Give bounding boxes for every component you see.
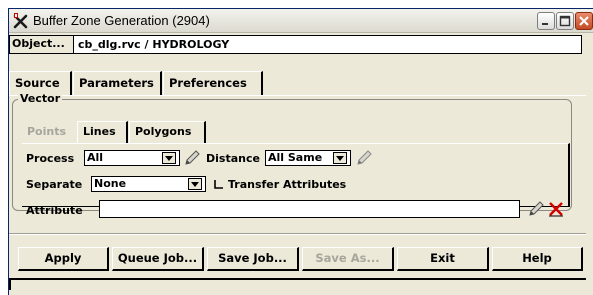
subtab-lines[interactable]: Lines — [77, 121, 128, 143]
apply-button-label: Apply — [44, 251, 82, 265]
attribute-field[interactable] — [99, 200, 520, 218]
minimize-button[interactable] — [537, 12, 555, 30]
distance-value: All Same — [268, 151, 323, 164]
pencil-edit-icon — [529, 201, 544, 216]
pencil-edit-icon — [357, 150, 372, 165]
transfer-attributes-checkbox[interactable] — [214, 178, 224, 189]
app-icon[interactable] — [12, 12, 30, 30]
distance-dropdown[interactable]: All Same — [265, 150, 351, 166]
distance-edit-button[interactable] — [355, 149, 373, 167]
tab-source-label: Source — [15, 76, 60, 90]
apply-button[interactable]: Apply — [18, 247, 109, 271]
title-bar[interactable]: Buffer Zone Generation (2904) — [9, 9, 593, 33]
status-bar — [9, 278, 586, 290]
process-label: Process — [26, 152, 75, 165]
object-value: cb_dlg.rvc / HYDROLOGY — [78, 38, 230, 51]
tab-parameters[interactable]: Parameters — [73, 71, 162, 95]
exit-button-label: Exit — [430, 251, 455, 265]
process-edit-button[interactable] — [183, 149, 201, 167]
minimize-icon — [542, 23, 548, 25]
object-row: Object... cb_dlg.rvc / HYDROLOGY — [9, 35, 582, 54]
queue-job-button[interactable]: Queue Job... — [112, 247, 204, 271]
process-dropdown[interactable]: All — [84, 150, 180, 166]
separate-value: None — [94, 177, 127, 190]
distance-label: Distance — [206, 152, 260, 165]
vector-legend-label: Vector — [20, 92, 61, 105]
save-job-button[interactable]: Save Job... — [207, 247, 299, 271]
help-button-label: Help — [522, 251, 552, 265]
queue-job-button-label: Queue Job... — [117, 251, 198, 265]
divider — [9, 233, 586, 235]
subtab-points-label: Points — [27, 125, 67, 138]
maximize-icon — [559, 15, 571, 27]
process-value: All — [87, 151, 104, 164]
object-button[interactable]: Object... — [10, 36, 74, 53]
transfer-attributes-label: Transfer Attributes — [228, 178, 347, 191]
attribute-label: Attribute — [26, 204, 83, 217]
help-button[interactable]: Help — [492, 247, 583, 271]
exit-button[interactable]: Exit — [397, 247, 489, 271]
save-as-button: Save As... — [302, 247, 394, 271]
subtab-polygons-label: Polygons — [135, 125, 192, 138]
close-icon — [579, 16, 589, 26]
chevron-down-icon — [333, 152, 347, 164]
subtab-lines-label: Lines — [83, 125, 116, 138]
window-title: Buffer Zone Generation (2904) — [33, 13, 210, 28]
attribute-delete-button[interactable] — [547, 200, 565, 218]
close-button[interactable] — [575, 12, 593, 30]
subtab-polygons[interactable]: Polygons — [129, 121, 206, 143]
vector-legend: Vector — [18, 92, 63, 105]
save-job-button-label: Save Job... — [218, 251, 287, 265]
tab-parameters-label: Parameters — [79, 76, 154, 90]
delete-x-icon — [549, 202, 563, 217]
chevron-down-icon — [188, 178, 202, 190]
tab-preferences[interactable]: Preferences — [163, 71, 263, 95]
save-as-button-label: Save As... — [315, 251, 380, 265]
separate-label: Separate — [26, 178, 83, 191]
chevron-down-icon — [162, 152, 176, 164]
subtab-points: Points — [22, 122, 76, 144]
dialog-window: Buffer Zone Generation (2904) Object... … — [8, 8, 593, 295]
pencil-edit-icon — [185, 150, 200, 165]
tab-preferences-label: Preferences — [169, 76, 247, 90]
attribute-edit-button[interactable] — [527, 200, 545, 218]
separate-dropdown[interactable]: None — [91, 176, 206, 192]
maximize-button[interactable] — [556, 12, 574, 30]
